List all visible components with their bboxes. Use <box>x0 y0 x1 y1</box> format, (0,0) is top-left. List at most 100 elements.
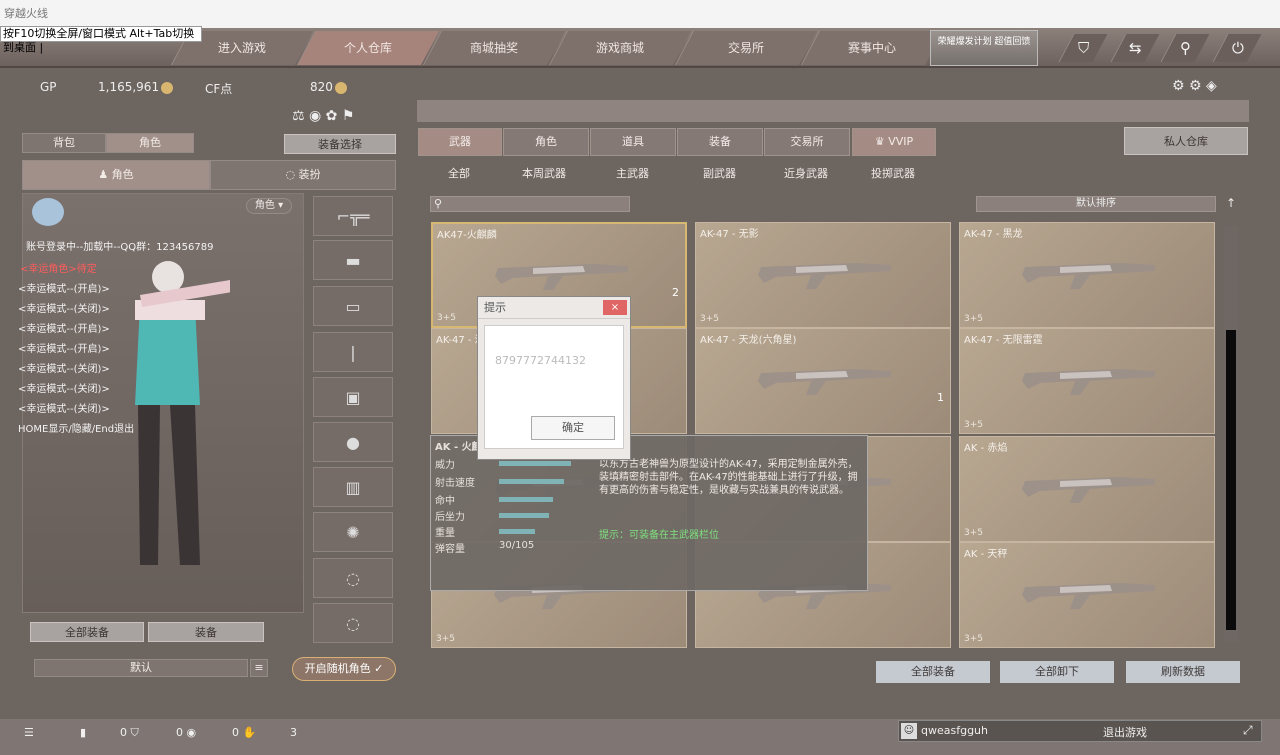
cat-tab-vvip[interactable]: ♛ VVIP <box>852 128 936 156</box>
shield-icon[interactable]: ⛉ <box>1058 34 1108 62</box>
refresh-button[interactable]: 刷新数据 <box>1126 661 1240 683</box>
search-icon: ⚲ <box>434 197 443 210</box>
dialog-body: 8797772744132 确定 <box>484 325 624 449</box>
gp-label: GP <box>40 80 57 94</box>
cat-tab-character[interactable]: 角色 <box>503 128 589 156</box>
cat-tab-weapon[interactable]: 武器 <box>418 128 502 156</box>
cat-tab-item[interactable]: 道具 <box>590 128 676 156</box>
weapon-image <box>758 263 891 289</box>
settings-icons[interactable]: ⚙ ⚙ ◈ <box>1172 78 1217 94</box>
weapon-footer: 3+5 <box>700 314 719 324</box>
sub-tab-melee[interactable]: 近身武器 <box>784 165 828 181</box>
stat-bar <box>499 513 549 518</box>
cf-label: CF点 <box>205 82 233 96</box>
tab-bag[interactable]: 背包 <box>22 133 106 153</box>
character-dropdown[interactable]: 角色 ▾ <box>246 198 292 214</box>
sub-tab-primary[interactable]: 主武器 <box>616 165 649 181</box>
gp-value: 1,165,961 <box>98 80 174 94</box>
count-1: 0 ⛉ <box>120 726 139 739</box>
random-character-toggle[interactable]: 开启随机角色 ✓ <box>292 657 396 681</box>
nav-tab-warehouse[interactable]: 个人仓库 <box>296 31 440 65</box>
player-name: qweasfgguh <box>921 724 988 737</box>
tooltip-description: 以东方古老神兽为原型设计的AK-47，采用定制金属外壳，装填精密射击部件。在AK… <box>599 459 858 496</box>
equip-select-button[interactable]: 装备选择 <box>284 134 396 154</box>
attr-line: <幸运模式--(关闭)> <box>18 304 110 315</box>
expand-icon[interactable]: ⤢ <box>1243 723 1253 738</box>
weapon-image <box>495 264 628 290</box>
sub-tab-all[interactable]: 全部 <box>448 165 470 181</box>
slot-item[interactable]: ✺ <box>313 512 393 552</box>
slot-item[interactable]: ▥ <box>313 467 393 507</box>
power-icon[interactable]: ⏻ <box>1212 34 1262 62</box>
swap-icon[interactable]: ⇆ <box>1110 34 1160 62</box>
weapon-footer: 3+5 <box>436 634 455 644</box>
equip-button[interactable]: 装备 <box>148 622 264 642</box>
prompt-dialog: 提示 × 8797772744132 确定 <box>477 296 631 460</box>
slot-item[interactable]: ● <box>313 422 393 462</box>
search-input[interactable]: ⚲ <box>430 196 630 212</box>
scrollbar-thumb[interactable] <box>1226 330 1236 630</box>
sort-dropdown[interactable]: 默认排序 <box>976 196 1216 212</box>
weapon-count: 2 <box>672 286 679 299</box>
rank-icon <box>32 198 64 226</box>
vip-promo-badge[interactable]: 荣耀爆发计划 超值回馈 <box>930 30 1038 66</box>
bottom-all-equip-button[interactable]: 全部装备 <box>876 661 990 683</box>
weapon-footer: 3+5 <box>964 634 983 644</box>
vip-icon: ♛ <box>874 135 889 148</box>
attr-line: <幸运模式--(关闭)> <box>18 404 110 415</box>
stat-bar <box>499 529 535 534</box>
weapon-card[interactable]: AK-47 - 无影 3+5 <box>695 222 951 328</box>
weapon-footer: 3+5 <box>964 420 983 430</box>
weapon-card[interactable]: AK-47 - 黑龙 3+5 <box>959 222 1215 328</box>
slot-item[interactable]: ▣ <box>313 377 393 417</box>
bottom-all-remove-button[interactable]: 全部卸下 <box>1000 661 1114 683</box>
pin-icon[interactable]: ⚲ <box>1160 34 1210 62</box>
slot-grenade[interactable]: ❘ <box>313 332 393 372</box>
mode-tab-outfit[interactable]: ◌ 装扮 <box>210 160 396 190</box>
close-icon[interactable]: × <box>603 300 627 315</box>
player-bar: ☺ qweasfgguh 退出游戏 ⤢ <box>898 720 1262 742</box>
list-icon[interactable]: ≡ <box>250 659 268 677</box>
private-warehouse-button[interactable]: 私人仓库 <box>1124 127 1248 155</box>
weapon-image <box>1022 263 1155 289</box>
overlay-tip: 按F10切换全屏/窗口模式 Alt+Tab切换到桌面 | <box>0 26 202 54</box>
tab-character[interactable]: 角色 <box>106 133 194 153</box>
sub-tab-weekly[interactable]: 本周武器 <box>522 165 566 181</box>
sub-tab-throw[interactable]: 投掷武器 <box>871 165 915 181</box>
weapon-card[interactable]: AK - 天秤 3+5 <box>959 542 1215 648</box>
cf-coin-icon <box>334 81 347 94</box>
weapon-card[interactable]: AK-47 - 无限雷霆 3+5 <box>959 328 1215 434</box>
cat-tab-equip[interactable]: 装备 <box>677 128 763 156</box>
attr-line: <幸运模式--(开启)> <box>18 284 110 295</box>
menu-icon[interactable]: ☰ <box>24 726 34 739</box>
slot-melee[interactable]: ▭ <box>313 286 393 326</box>
nav-tab-events[interactable]: 赛事中心 <box>800 31 944 65</box>
nav-tab-exchange[interactable]: 交易所 <box>674 31 818 65</box>
cat-tab-exchange[interactable]: 交易所 <box>764 128 850 156</box>
stat-label: 后坐力 <box>435 512 465 523</box>
attr-line: <幸运模式--(关闭)> <box>18 364 110 375</box>
slot-primary-weapon[interactable]: ⌐╦═ <box>313 196 393 236</box>
slot-secondary[interactable]: ▬ <box>313 240 393 280</box>
ok-button[interactable]: 确定 <box>531 416 615 440</box>
exit-game-link[interactable]: 退出游戏 <box>1103 724 1147 740</box>
weapon-card[interactable]: AK - 赤焰 3+5 <box>959 436 1215 542</box>
preset-select[interactable]: 默认 <box>34 659 248 677</box>
stat-label: 威力 <box>435 460 455 471</box>
weapon-card[interactable]: AK-47 - 天龙(六角星) 1 <box>695 328 951 434</box>
nav-tab-shop[interactable]: 游戏商城 <box>548 31 692 65</box>
dialog-code: 8797772744132 <box>495 354 586 367</box>
nav-tab-lottery[interactable]: 商城抽奖 <box>422 31 566 65</box>
ammo-value: 30/105 <box>499 540 535 551</box>
tool-icons[interactable]: ⚖ ◉ ✿ ⚑ <box>292 108 354 124</box>
weapon-name: AK47-火麒麟 <box>437 230 497 241</box>
coin-icon <box>161 81 174 94</box>
sort-direction-icon[interactable]: ↑ <box>1226 196 1236 210</box>
mode-tab-character[interactable]: ♟ 角色 <box>22 160 210 190</box>
all-equip-button[interactable]: 全部装备 <box>30 622 144 642</box>
slot-item[interactable]: ◌ <box>313 603 393 643</box>
slot-item[interactable]: ◌ <box>313 558 393 598</box>
sub-tab-secondary[interactable]: 副武器 <box>703 165 736 181</box>
ammo-label: 弹容量 <box>435 544 465 555</box>
window-titlebar: 穿越火线 <box>0 0 1280 28</box>
